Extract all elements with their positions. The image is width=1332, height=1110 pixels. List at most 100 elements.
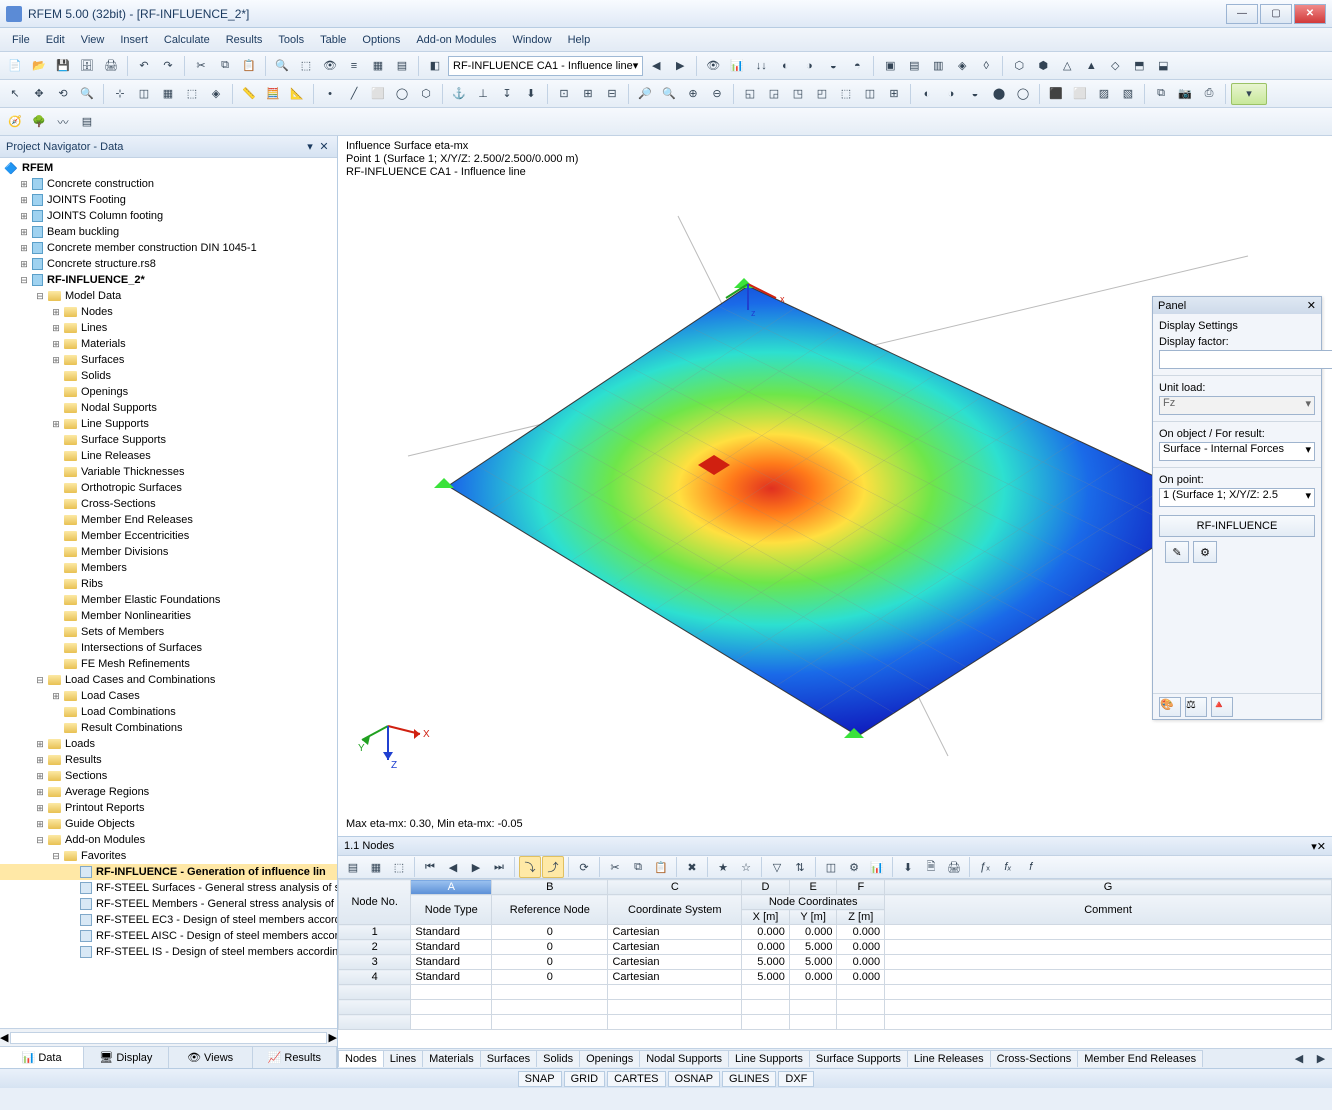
- tbl-ins-icon[interactable]: ⤵: [519, 856, 541, 878]
- panel-filter-icon[interactable]: 🔺: [1211, 697, 1233, 717]
- curve-icon[interactable]: 〰: [52, 111, 74, 133]
- expand-icon[interactable]: [66, 914, 78, 926]
- nav-tab-views[interactable]: 👁Views: [169, 1047, 253, 1068]
- col-d[interactable]: D: [742, 880, 790, 895]
- tool-dd[interactable]: ▾: [1231, 83, 1267, 105]
- tree-item[interactable]: Member Eccentricities: [0, 528, 337, 544]
- row-header[interactable]: 2: [339, 940, 411, 955]
- col-z[interactable]: Z [m]: [837, 910, 885, 925]
- table-row[interactable]: 3Standard0Cartesian5.0005.0000.000: [339, 955, 1332, 970]
- menu-results[interactable]: Results: [218, 32, 271, 48]
- s1-icon[interactable]: ▣: [879, 55, 901, 77]
- tree-item[interactable]: RF-STEEL Members - General stress analys…: [0, 896, 337, 912]
- tool-d4[interactable]: ◯: [391, 83, 413, 105]
- table-row[interactable]: 2Standard0Cartesian0.0005.0000.000: [339, 940, 1332, 955]
- panel-titlebar[interactable]: Panel✕: [1153, 297, 1321, 314]
- saveall-icon[interactable]: 🗄: [76, 55, 98, 77]
- tree-item[interactable]: ⊞Load Cases: [0, 688, 337, 704]
- open-icon[interactable]: 📂: [28, 55, 50, 77]
- expand-icon[interactable]: ⊞: [34, 802, 46, 814]
- tool-g3[interactable]: ⊕: [682, 83, 704, 105]
- next-icon[interactable]: ▶: [669, 55, 691, 77]
- expand-icon[interactable]: ⊞: [34, 770, 46, 782]
- col-g[interactable]: G: [885, 880, 1332, 895]
- tree-item[interactable]: Member End Releases: [0, 512, 337, 528]
- window-icon[interactable]: ▦: [367, 55, 389, 77]
- expand-icon[interactable]: [50, 722, 62, 734]
- table-body[interactable]: Node No. A B C D E F G Node Type Referen…: [338, 879, 1332, 1048]
- expand-icon[interactable]: [50, 642, 62, 654]
- status-osnap[interactable]: OSNAP: [668, 1071, 721, 1087]
- s3-icon[interactable]: ▥: [927, 55, 949, 77]
- find-icon[interactable]: 🔍: [271, 55, 293, 77]
- paste-icon[interactable]: 📋: [238, 55, 260, 77]
- s4-icon[interactable]: ◈: [951, 55, 973, 77]
- expand-icon[interactable]: [50, 658, 62, 670]
- show-icon[interactable]: 👁: [702, 55, 724, 77]
- tree-item[interactable]: Load Combinations: [0, 704, 337, 720]
- tool-j1[interactable]: ⬛: [1045, 83, 1067, 105]
- display-factor-spinner[interactable]: ▲▼: [1159, 350, 1315, 369]
- tree-item[interactable]: RF-STEEL AISC - Design of steel members …: [0, 928, 337, 944]
- menu-file[interactable]: File: [4, 32, 38, 48]
- expand-icon[interactable]: [66, 930, 78, 942]
- print-icon[interactable]: 🖨: [100, 55, 122, 77]
- tool-f1[interactable]: ⊡: [553, 83, 575, 105]
- menu-window[interactable]: Window: [504, 32, 559, 48]
- tree-item[interactable]: Surface Supports: [0, 432, 337, 448]
- panel-icon[interactable]: ▤: [76, 111, 98, 133]
- expand-icon[interactable]: [50, 466, 62, 478]
- menu-view[interactable]: View: [73, 32, 113, 48]
- cut-icon[interactable]: ✂: [190, 55, 212, 77]
- tool-a2[interactable]: ✥: [28, 83, 50, 105]
- tree-item[interactable]: RF-STEEL EC3 - Design of steel members a…: [0, 912, 337, 928]
- tbl-info-icon[interactable]: 📊: [866, 856, 888, 878]
- panel-scale-icon[interactable]: ⚖: [1185, 697, 1207, 717]
- tbl-mark2-icon[interactable]: ☆: [735, 856, 757, 878]
- tool-b4[interactable]: ⬚: [181, 83, 203, 105]
- menu-table[interactable]: Table: [312, 32, 354, 48]
- tree-fav-selected[interactable]: RF-INFLUENCE - Generation of influence l…: [0, 864, 337, 880]
- tree-item[interactable]: ⊞Guide Objects: [0, 816, 337, 832]
- tool-h6[interactable]: ◫: [859, 83, 881, 105]
- tool-i4[interactable]: ⬤: [988, 83, 1010, 105]
- tool-g4[interactable]: ⊖: [706, 83, 728, 105]
- row-header[interactable]: 3: [339, 955, 411, 970]
- table-tab[interactable]: Nodal Supports: [639, 1050, 729, 1067]
- panel-edit-icon[interactable]: ✎: [1165, 541, 1189, 563]
- tree-item[interactable]: ⊞Concrete construction: [0, 176, 337, 192]
- navigator-close-icon[interactable]: ✕: [317, 140, 331, 154]
- tree-item[interactable]: ⊞Sections: [0, 768, 337, 784]
- tree-item[interactable]: ⊞JOINTS Footing: [0, 192, 337, 208]
- expand-icon[interactable]: ⊞: [34, 818, 46, 830]
- expand-icon[interactable]: ⊞: [18, 258, 30, 270]
- tree-model-data[interactable]: ⊟Model Data: [0, 288, 337, 304]
- nav-tab-data[interactable]: 📊Data: [0, 1047, 84, 1068]
- collapse-icon[interactable]: ⊟: [18, 274, 30, 286]
- col-b[interactable]: B: [492, 880, 608, 895]
- collapse-icon[interactable]: ⊟: [50, 850, 62, 862]
- panel-options-icon[interactable]: ⚙: [1193, 541, 1217, 563]
- tbl-excel-icon[interactable]: 🗎: [920, 856, 942, 878]
- tree-item[interactable]: ⊞Materials: [0, 336, 337, 352]
- expand-icon[interactable]: ⊞: [34, 786, 46, 798]
- loadcase-combo[interactable]: RF-INFLUENCE CA1 - Influence line▾: [448, 56, 643, 76]
- tree-item[interactable]: Sets of Members: [0, 624, 337, 640]
- tbl-cfg-icon[interactable]: ⚙: [843, 856, 865, 878]
- table-tab[interactable]: Member End Releases: [1077, 1050, 1203, 1067]
- tree-item[interactable]: Intersections of Surfaces: [0, 640, 337, 656]
- tree-item[interactable]: Cross-Sections: [0, 496, 337, 512]
- redo-icon[interactable]: ↷: [157, 55, 179, 77]
- table-tab[interactable]: Solids: [536, 1050, 580, 1067]
- nav-tab-results[interactable]: 📈Results: [253, 1047, 337, 1068]
- menu-help[interactable]: Help: [560, 32, 599, 48]
- 3d-viewport[interactable]: Influence Surface eta-mx Point 1 (Surfac…: [338, 136, 1332, 836]
- col-y[interactable]: Y [m]: [789, 910, 837, 925]
- expand-icon[interactable]: [50, 562, 62, 574]
- tool-g1[interactable]: 🔎: [634, 83, 656, 105]
- expand-icon[interactable]: [50, 370, 62, 382]
- save-icon[interactable]: 💾: [52, 55, 74, 77]
- on-object-select[interactable]: Surface - Internal Forces▾: [1159, 442, 1315, 461]
- tbl-nav-first-icon[interactable]: ⏮: [419, 856, 441, 878]
- maximize-button[interactable]: ▢: [1260, 4, 1292, 24]
